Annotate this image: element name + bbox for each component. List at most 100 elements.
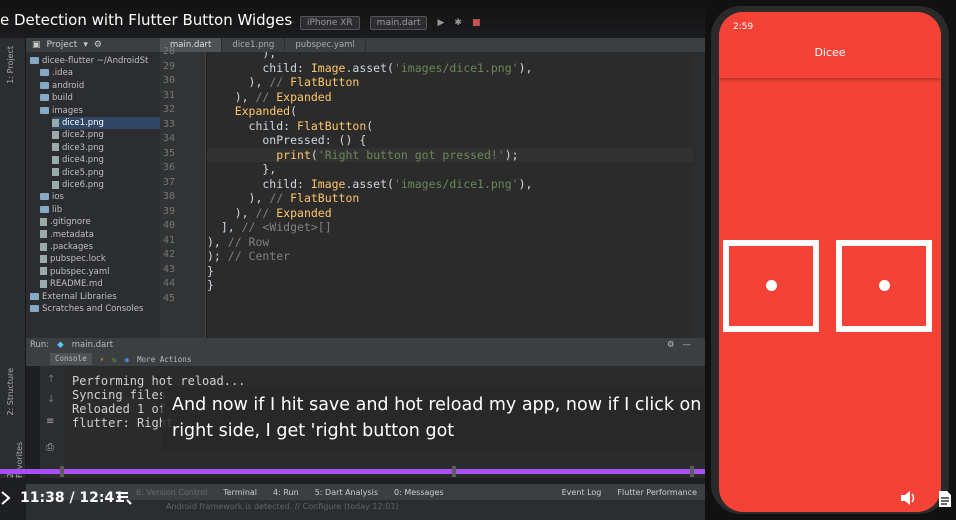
wrap-icon[interactable]: ≡ <box>46 416 54 427</box>
tree-file[interactable]: dice3.png <box>52 142 104 154</box>
code-line: child: Image.asset('images/dice1.png'), <box>207 60 533 75</box>
debug-icon[interactable]: ✱ <box>454 18 462 28</box>
run-icon[interactable]: ▶ <box>437 18 444 28</box>
tree-file[interactable]: dice2.png <box>52 129 104 141</box>
project-tree: dicee-flutter ~/AndroidSt .idea android bui… <box>26 52 182 338</box>
document-icon[interactable] <box>938 490 952 508</box>
tree-file[interactable]: dice5.png <box>52 167 104 179</box>
tree-file[interactable]: dice4.png <box>52 154 104 166</box>
run-config-selector[interactable]: main.dart <box>369 16 428 30</box>
right-dice-button[interactable] <box>836 240 932 332</box>
code-line: ), // Expanded <box>207 205 332 220</box>
code-line: child: FlatButton( <box>207 118 374 133</box>
tree-item-label: External Libraries <box>42 291 117 302</box>
code-line: ], // <Widget>[] <box>207 220 332 234</box>
tree-item-label: pubspec.yaml <box>50 266 110 277</box>
project-tool-tab[interactable]: 1: Project <box>6 46 15 84</box>
tab-event-log[interactable]: Event Log <box>562 488 602 497</box>
code-line: ), // FlatButton <box>207 191 360 205</box>
tab-dart-analysis[interactable]: 5: Dart Analysis <box>315 488 378 497</box>
settings-gear-icon[interactable]: ⚙ <box>667 340 675 350</box>
tree-folder[interactable]: ios <box>40 191 64 203</box>
code-line: } <box>207 278 214 292</box>
tree-item-label: android <box>52 80 85 91</box>
folder-icon <box>40 205 49 213</box>
tree-item-label: dice3.png <box>62 142 104 153</box>
editor-scrollbar[interactable] <box>693 52 705 338</box>
code-line: ), <box>207 52 277 60</box>
tree-item-label: dice4.png <box>62 155 104 166</box>
run-label: Run: <box>30 340 50 350</box>
file-icon <box>52 168 59 177</box>
tree-file[interactable]: pubspec.yaml <box>40 266 110 278</box>
editor-tab-bar: main.dart dice1.png pubspec.yaml <box>160 38 705 52</box>
left-dice-button[interactable] <box>723 240 819 332</box>
tree-item-label: dice1.png <box>62 118 104 128</box>
status-message: Android framework is detected. // Config… <box>166 502 399 511</box>
tree-folder[interactable]: build <box>40 92 73 104</box>
tab-run[interactable]: 4: Run <box>273 488 299 497</box>
project-panel-header: ▣ Project ▾ ⚙ <box>26 38 160 52</box>
project-header-label[interactable]: Project <box>47 40 78 50</box>
editor-tab-pubspec-yaml[interactable]: pubspec.yaml <box>285 38 366 52</box>
tab-version-control[interactable]: 6: Version Control <box>136 488 207 497</box>
line-number: 35 <box>162 147 175 159</box>
hot-restart-icon[interactable]: ↻ <box>112 355 117 364</box>
chapter-marker <box>690 466 694 477</box>
arrow-up-icon[interactable]: ↑ <box>47 374 55 385</box>
tree-item-label: lib <box>52 204 63 215</box>
code-editor[interactable]: ), child: Image.asset('images/dice1.png'… <box>207 52 693 338</box>
tree-file[interactable]: .gitignore <box>40 216 91 228</box>
code-line: Expanded( <box>234 104 298 118</box>
tree-folder[interactable]: Scratches and Consoles <box>30 303 143 315</box>
print-icon[interactable]: ⎙ <box>46 442 54 453</box>
minimize-icon[interactable]: — <box>683 340 706 350</box>
project-icon: ▣ <box>32 40 41 50</box>
line-number: 28 <box>162 46 175 57</box>
tree-folder[interactable]: dicee-flutter ~/AndroidSt <box>30 55 148 67</box>
tree-file[interactable]: pubspec.lock <box>40 253 106 265</box>
tab-flutter-performance[interactable]: Flutter Performance <box>617 488 705 497</box>
arrow-down-icon[interactable]: ↓ <box>47 394 55 405</box>
device-selector[interactable]: iPhone XR <box>300 16 360 30</box>
volume-icon[interactable] <box>900 490 918 506</box>
tree-file[interactable]: .packages <box>40 241 93 253</box>
tree-file[interactable]: .metadata <box>40 229 94 241</box>
line-number: 45 <box>162 292 175 304</box>
line-number: 40 <box>162 220 175 231</box>
hot-reload-icon[interactable]: ⚡ <box>100 355 105 364</box>
chapter-marker <box>452 466 456 477</box>
file-icon <box>40 254 47 263</box>
tab-terminal[interactable]: Terminal <box>223 488 257 497</box>
editor-tab-dice1-png[interactable]: dice1.png <box>222 38 286 52</box>
console-line: Syncing files <box>72 388 166 402</box>
stop-icon[interactable]: ■ <box>472 18 481 28</box>
console-side-toolbar: ↑ ↓ ≡ ⎙ <box>40 366 64 478</box>
line-number: 34 <box>162 133 175 144</box>
console-tab[interactable]: Console <box>50 353 92 365</box>
tree-file[interactable]: README.md <box>40 278 103 290</box>
line-number: 43 <box>162 263 175 275</box>
line-number: 44 <box>162 278 175 289</box>
tree-folder[interactable]: images <box>40 105 83 117</box>
chevron-down-icon[interactable]: ▾ <box>83 40 88 50</box>
gear-icon[interactable]: ⚙ <box>94 40 102 50</box>
tree-file[interactable]: dice6.png <box>52 179 104 191</box>
tree-item-label: .packages <box>50 242 94 252</box>
run-file-tab[interactable]: main.dart <box>72 340 113 350</box>
tree-folder[interactable]: android <box>40 80 84 92</box>
tree-folder[interactable]: External Libraries <box>30 291 117 303</box>
tree-folder[interactable]: lib <box>40 204 62 216</box>
play-icon[interactable] <box>0 490 10 506</box>
transcript-icon[interactable] <box>116 490 132 506</box>
more-actions-menu[interactable]: More Actions <box>137 355 191 364</box>
code-line: } <box>207 263 214 278</box>
structure-tool-tab[interactable]: 2: Structure <box>6 368 15 416</box>
tab-messages[interactable]: 0: Messages <box>394 488 444 497</box>
tree-item-label: .idea <box>52 68 73 79</box>
tree-item-label: images <box>52 105 83 116</box>
line-number: 37 <box>162 176 175 188</box>
tree-folder[interactable]: .idea <box>40 67 73 79</box>
line-number: 30 <box>162 75 175 86</box>
devtools-icon[interactable]: ◉ <box>125 355 130 364</box>
